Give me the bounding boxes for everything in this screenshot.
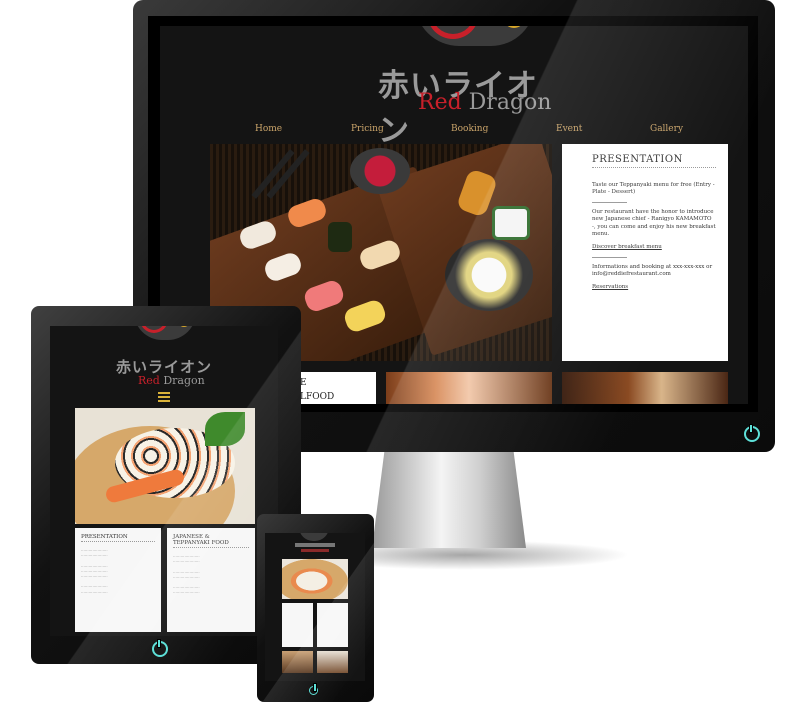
dragon-emblem-icon (299, 533, 329, 541)
tablet-presentation-title: PRESENTATION (81, 534, 155, 542)
presentation-card: PRESENTATION Taste our Teppanyaki menu f… (562, 144, 728, 361)
phone-power-icon[interactable] (309, 684, 318, 695)
teaser-card-food: E LFOOD (300, 372, 376, 404)
phone-screen (265, 533, 365, 681)
nav-home[interactable]: Home (255, 124, 282, 134)
presentation-title: PRESENTATION (592, 154, 716, 168)
reservations-link[interactable]: Reservations (592, 284, 716, 291)
phone-image-1 (282, 651, 313, 673)
logo-placeholder (295, 543, 335, 547)
breakfast-menu-link[interactable]: Discover breakfast menu (592, 244, 716, 251)
phone-card-2 (317, 603, 348, 647)
presentation-promo: Taste our Teppanyaki menu for free (Entr… (592, 182, 715, 196)
phone-image-2 (317, 651, 348, 673)
logo-english: Red Dragon (138, 374, 205, 387)
nav-gallery[interactable]: Gallery (650, 124, 683, 134)
logo-dragon-word: Dragon (468, 90, 552, 115)
logo-placeholder-red (301, 549, 329, 552)
tablet-food-title-2: TEPPANYAKI FOOD (173, 540, 249, 548)
nav-booking[interactable]: Booking (451, 124, 488, 134)
tablet-presentation-card: PRESENTATION ····················· ······… (75, 528, 161, 632)
phone-card-1 (282, 603, 313, 647)
tablet-screen: 赤いライオン Red Dragon PRESENTATION ·········… (50, 326, 278, 636)
nav-pricing[interactable]: Pricing (351, 124, 384, 134)
monitor-stand (372, 452, 526, 548)
phone-sushi-image (282, 559, 348, 599)
menu-icon[interactable] (158, 390, 170, 404)
teaser-image-dessert (386, 372, 552, 404)
nav-event[interactable]: Event (556, 124, 582, 134)
presentation-chief: Our restaurant have the honor to introdu… (592, 209, 716, 237)
sushi-platter-image (75, 408, 255, 524)
monitor-power-icon[interactable] (744, 425, 760, 442)
teaser-text-2: LFOOD (300, 392, 335, 402)
presentation-booking-info: Informations and booking at xxx-xxx-xxx … (592, 263, 713, 278)
logo-english: Red Dragon (418, 90, 551, 115)
dragon-emblem-icon (415, 26, 535, 46)
logo-red-word: Red (418, 90, 462, 115)
teaser-image-restaurant (562, 372, 728, 404)
dragon-emblem-icon (134, 326, 196, 340)
tablet-power-icon[interactable] (152, 640, 168, 657)
divider (592, 256, 627, 258)
tablet-food-card: JAPANESE & TEPPANYAKI FOOD ·············… (167, 528, 255, 632)
divider (592, 202, 627, 204)
